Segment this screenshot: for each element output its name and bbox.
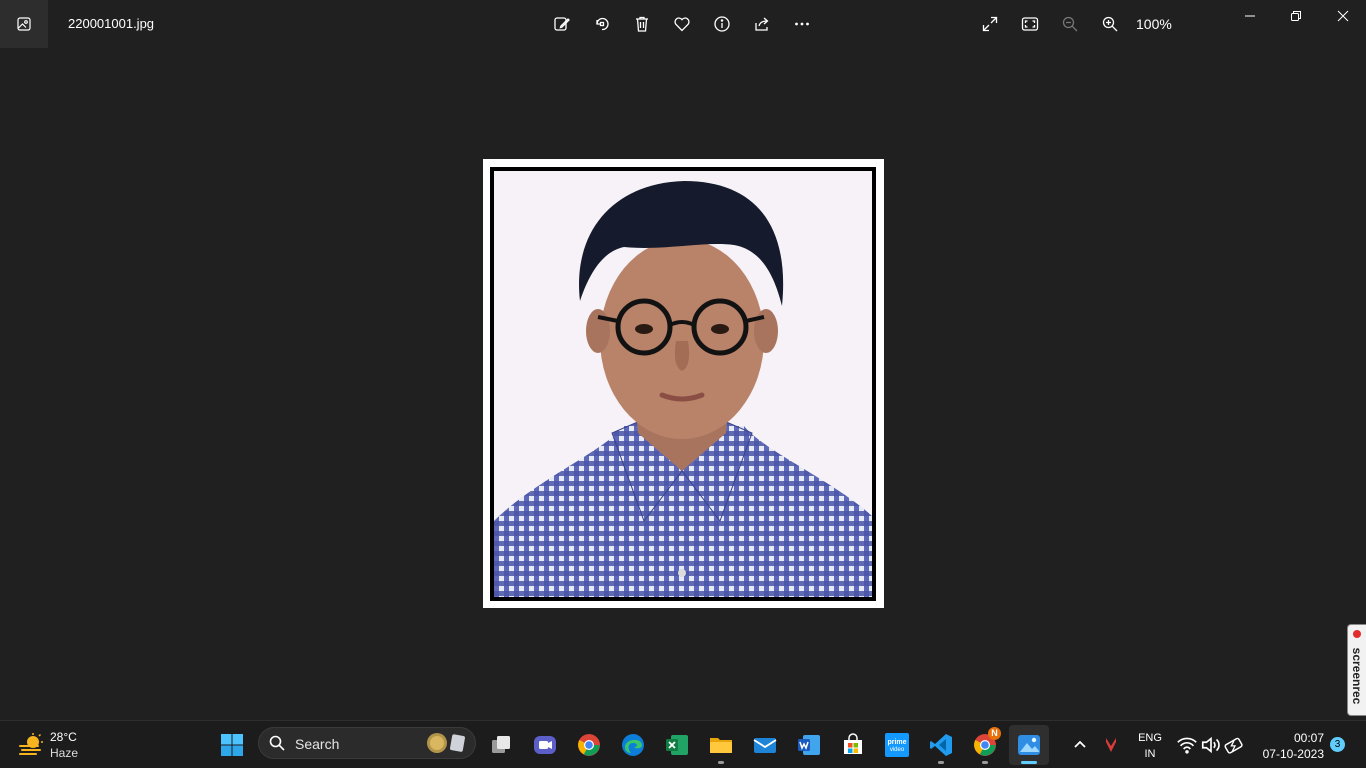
minimize-button[interactable] [1238, 6, 1262, 26]
chrome-icon [578, 734, 600, 756]
word-button[interactable] [789, 725, 829, 765]
svg-text:prime: prime [887, 739, 906, 746]
search-highlight-icon [427, 733, 465, 753]
fit-to-window-icon[interactable] [1018, 12, 1042, 36]
vscode-button[interactable] [921, 725, 961, 765]
excel-icon [666, 735, 688, 755]
edge-button[interactable] [613, 725, 653, 765]
mail-button[interactable] [745, 725, 785, 765]
battery-charging-icon [1224, 737, 1243, 754]
mail-icon [753, 738, 777, 753]
wifi-icon [1177, 737, 1197, 754]
chrome-profile-button[interactable]: N [965, 725, 1005, 765]
excel-button[interactable] [657, 725, 697, 765]
windows-logo-icon [221, 734, 243, 756]
battery-status[interactable] [1224, 725, 1246, 765]
restore-button[interactable] [1284, 6, 1308, 26]
volume-status[interactable] [1200, 725, 1222, 765]
volume-icon [1201, 736, 1220, 754]
prime-video-button[interactable]: prime video [877, 725, 917, 765]
search-label: Search [295, 736, 340, 752]
start-button[interactable] [212, 725, 252, 765]
clock-time: 00:07 [1293, 731, 1324, 745]
zoom-level[interactable]: 100% [1136, 16, 1172, 32]
region-code: IN [1144, 748, 1156, 760]
task-view-icon [492, 736, 510, 753]
close-button[interactable] [1331, 6, 1355, 26]
portrait-photo [490, 167, 876, 601]
favorite-icon[interactable] [670, 12, 694, 36]
file-name: 220001001.jpg [68, 16, 155, 31]
chrome-profile-badge: N [988, 727, 1001, 740]
edge-icon [622, 734, 644, 756]
share-icon[interactable] [750, 12, 774, 36]
store-icon [844, 733, 862, 754]
search-icon [269, 735, 285, 751]
tray-app-icon [1106, 738, 1116, 752]
delete-icon[interactable] [630, 12, 654, 36]
microsoft-store-button[interactable] [833, 725, 873, 765]
clock-date: 07-10-2023 [1262, 747, 1324, 761]
record-dot-icon [1353, 630, 1361, 638]
folder-icon [710, 738, 732, 753]
taskbar: 28°C Haze Search prime video N ENG IN 00… [0, 720, 1366, 768]
tray-app-button[interactable] [1092, 725, 1130, 765]
chrome-button[interactable] [569, 725, 609, 765]
photos-icon [1018, 735, 1040, 755]
task-view-button[interactable] [481, 725, 521, 765]
screenrec-widget[interactable]: screenrec [1347, 624, 1366, 716]
prime-video-icon: prime video [885, 733, 909, 757]
file-explorer-button[interactable] [701, 725, 741, 765]
chevron-up-icon [1074, 740, 1086, 748]
more-icon[interactable] [790, 12, 814, 36]
language-code: ENG [1138, 732, 1162, 744]
teams-meet-button[interactable] [525, 725, 565, 765]
zoom-in-icon[interactable] [1098, 12, 1122, 36]
language-indicator[interactable]: ENG IN [1138, 730, 1162, 762]
title-bar: 220001001.jpg 100% [0, 0, 1366, 48]
photos-button[interactable] [1009, 725, 1049, 765]
weather-widget[interactable]: 28°C Haze [14, 727, 94, 763]
rotate-icon[interactable] [590, 12, 614, 36]
info-icon[interactable] [710, 12, 734, 36]
svg-text:video: video [890, 747, 905, 753]
haze-weather-icon [19, 733, 43, 755]
photos-app-icon[interactable] [0, 0, 48, 48]
taskbar-search[interactable]: Search [258, 727, 476, 759]
video-call-icon [534, 736, 556, 754]
fullscreen-icon[interactable] [978, 12, 1002, 36]
wifi-status[interactable] [1176, 725, 1198, 765]
system-clock[interactable]: 00:07 07-10-2023 [1254, 730, 1324, 762]
notification-count-badge[interactable]: 3 [1330, 737, 1345, 752]
image-viewer-photo [483, 159, 884, 608]
vscode-icon [930, 734, 952, 756]
weather-temperature: 28°C [50, 730, 77, 744]
weather-condition: Haze [50, 746, 79, 760]
zoom-out-icon[interactable] [1058, 12, 1082, 36]
word-icon [798, 735, 820, 755]
edit-image-icon[interactable] [550, 12, 574, 36]
screenrec-label: screenrec [1350, 647, 1364, 705]
